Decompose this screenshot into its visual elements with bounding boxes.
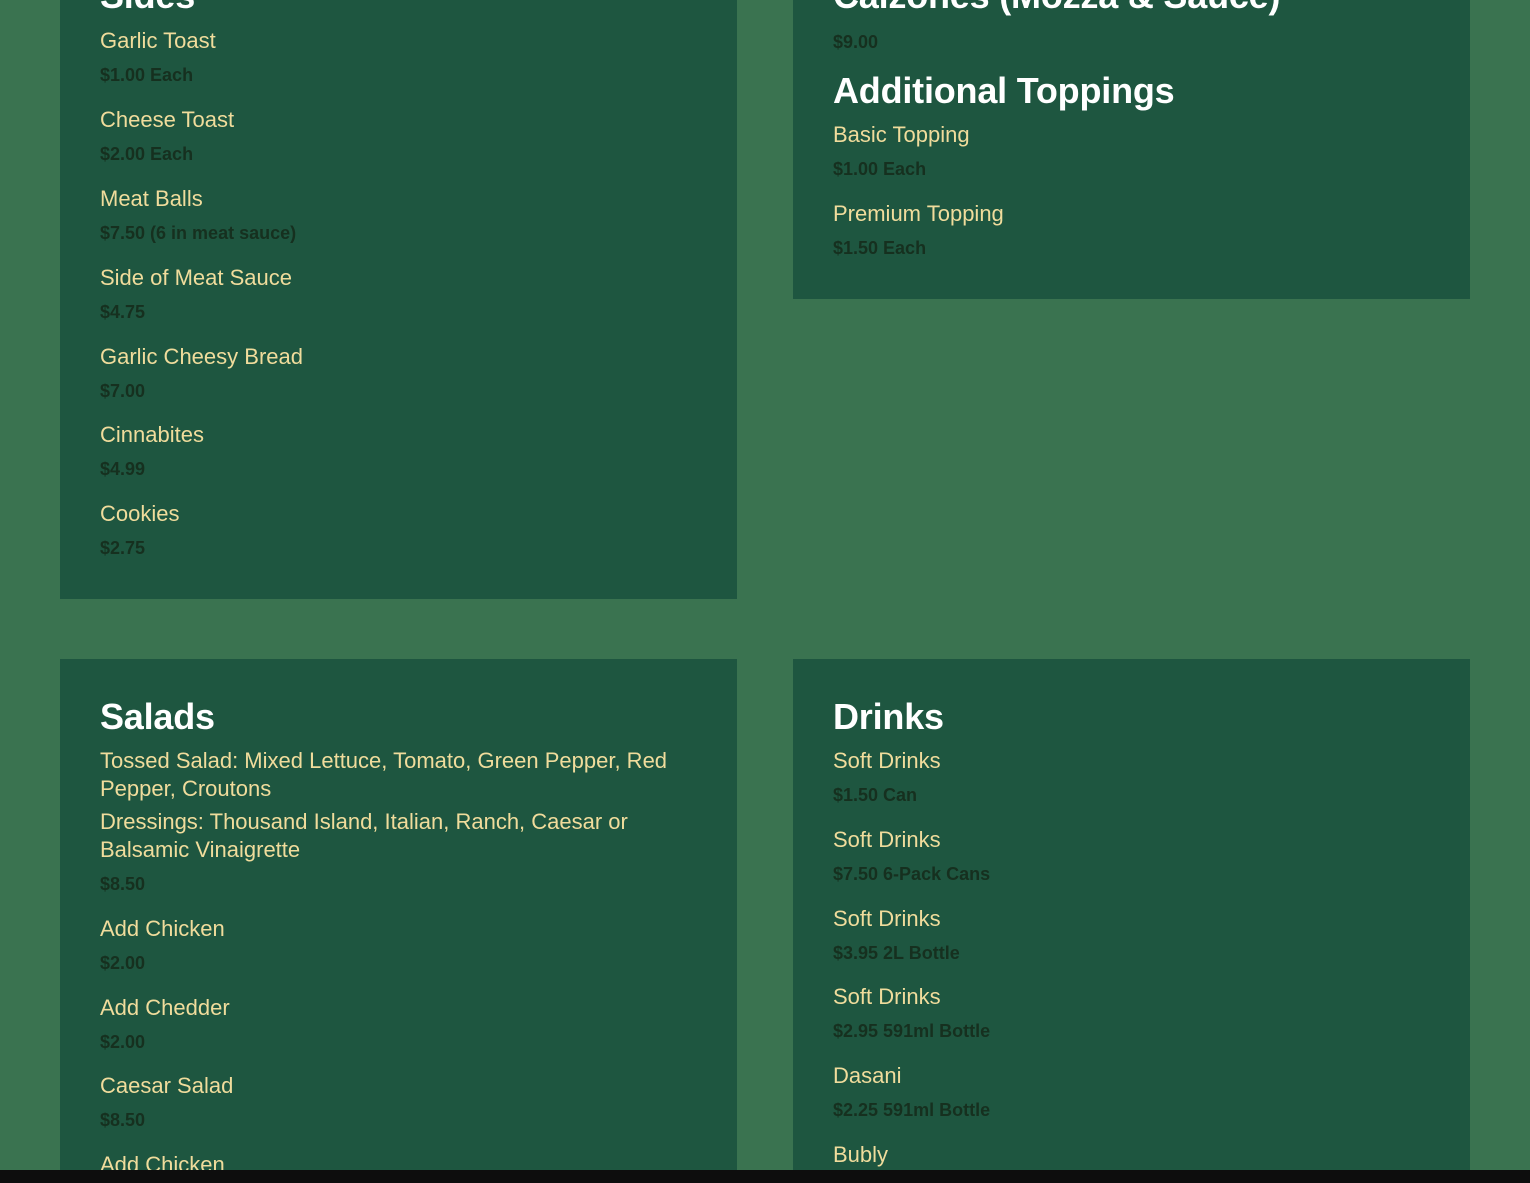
menu-item-name: Garlic Cheesy Bread: [100, 344, 303, 369]
drinks-heading: Drinks: [833, 696, 944, 737]
menu-item-price: $7.00: [100, 381, 146, 401]
menu-item-price: $1.00 Each: [833, 159, 927, 179]
sides-panel: Sides Garlic Toast $1.00 Each Cheese Toa…: [60, 0, 737, 599]
bottom-edge-bar: [0, 1170, 1530, 1183]
menu-item-name: Soft Drinks: [833, 984, 941, 1009]
menu-item-price: $2.95 591ml Bottle: [833, 1021, 991, 1041]
menu-item-name: Premium Topping: [833, 201, 1004, 226]
menu-item-price: $7.50 6-Pack Cans: [833, 864, 991, 884]
toppings-heading: Additional Toppings: [833, 70, 1175, 111]
salads-panel: Salads Tossed Salad: Mixed Lettuce, Toma…: [60, 659, 737, 1183]
tossed-salad-price: $8.50: [100, 874, 146, 894]
menu-item-name: Soft Drinks: [833, 827, 941, 852]
menu-item-name: Soft Drinks: [833, 748, 941, 773]
menu-item-price: $2.25 591ml Bottle: [833, 1100, 991, 1120]
menu-item-price: $4.75: [100, 302, 146, 322]
menu-item-price: $1.50 Can: [833, 785, 918, 805]
menu-item-name: Add Chicken: [100, 916, 225, 941]
menu-item-price: $7.50 (6 in meat sauce): [100, 223, 297, 243]
menu-item-name: Garlic Toast: [100, 28, 216, 53]
menu-item-name: Soft Drinks: [833, 906, 941, 931]
menu-item-name: Bubly: [833, 1142, 889, 1167]
menu-item-price: $2.75: [100, 538, 146, 558]
sides-heading: Sides: [100, 0, 195, 17]
menu-item-name: Cheese Toast: [100, 107, 235, 132]
calzones-panel: Calzones (Mozza & Sauce) $9.00 Additiona…: [793, 0, 1470, 299]
menu-item-name: Cinnabites: [100, 422, 204, 447]
menu-item-price: $2.00: [100, 1032, 146, 1052]
dressings-description: Dressings: Thousand Island, Italian, Ran…: [100, 809, 628, 862]
menu-item-name: Cookies: [100, 501, 180, 526]
menu-item-name: Dasani: [833, 1063, 902, 1088]
menu-item-name: Basic Topping: [833, 122, 970, 147]
salads-heading: Salads: [100, 696, 215, 737]
menu-item-price: $1.50 Each: [833, 238, 927, 258]
menu-item-name: Meat Balls: [100, 186, 203, 211]
drinks-panel: Drinks Soft Drinks $1.50 Can Soft Drinks…: [793, 659, 1470, 1183]
menu-item-price: $1.00 Each: [100, 65, 194, 85]
menu-item-name: Caesar Salad: [100, 1073, 234, 1098]
menu-item-price: $8.50: [100, 1110, 146, 1130]
calzones-heading: Calzones (Mozza & Sauce): [833, 0, 1280, 17]
menu-item-name: Side of Meat Sauce: [100, 265, 293, 290]
tossed-salad-description: Tossed Salad: Mixed Lettuce, Tomato, Gre…: [100, 748, 668, 801]
menu-item-price: $2.00 Each: [100, 144, 194, 164]
calzones-price: $9.00: [833, 32, 879, 52]
menu-item-price: $3.95 2L Bottle: [833, 943, 960, 963]
menu-item-price: $4.99: [100, 459, 146, 479]
menu-item-price: $2.00: [100, 953, 146, 973]
menu-item-name: Add Chedder: [100, 995, 230, 1020]
